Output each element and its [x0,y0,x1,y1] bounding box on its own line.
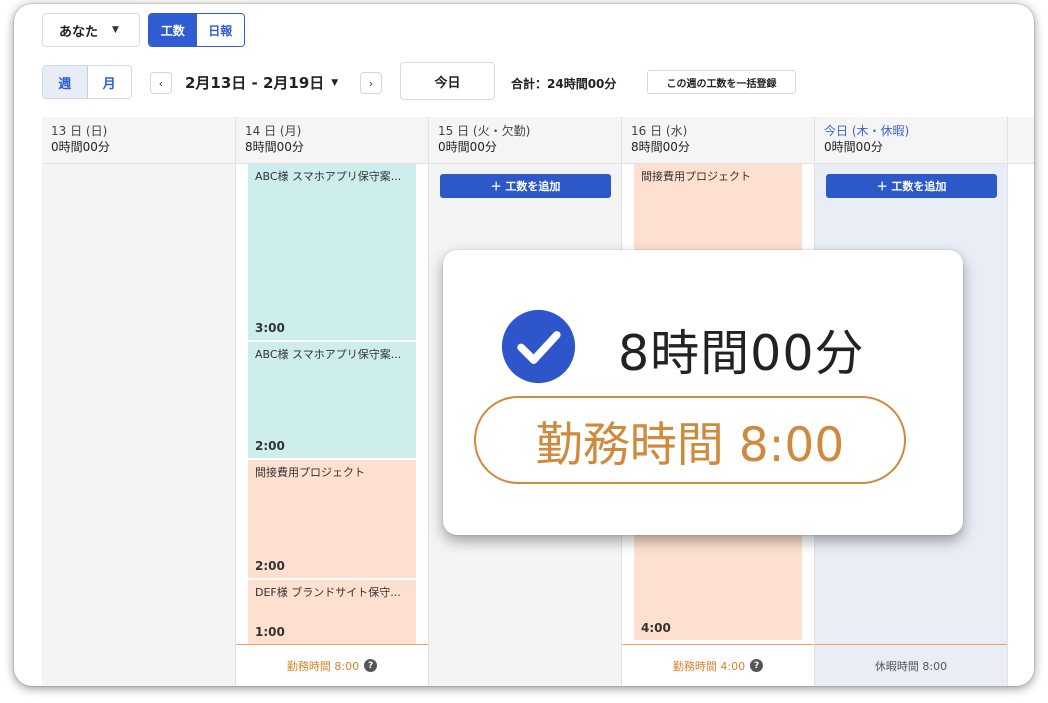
popup-work-time: 勤務時間 8:00 [474,396,906,484]
date-range-select[interactable]: 2月13日 - 2月19日 ▼ [185,72,338,93]
bulk-register-button[interactable]: この週の工数を一括登録 [647,70,796,94]
entry-hours: 2:00 [255,559,285,573]
add-entry-button[interactable]: ＋ 工数を追加 [826,174,997,198]
entry-hours: 4:00 [641,621,671,635]
prev-week-button[interactable]: ‹ [150,72,172,94]
work-time-label: 勤務時間 4:00 [672,659,746,673]
chevron-down-icon: ▼ [331,77,339,88]
day-date: 15 日 (火・欠勤) [438,124,531,138]
range-toggle: 週 月 [42,65,132,99]
work-time-label: 勤務時間 8:00 [286,659,360,673]
day-total: 0時間00分 [438,140,497,154]
chevron-down-icon: ▼ [112,25,119,35]
hours-summary-popup: 8時間00分 勤務時間 8:00 [443,250,963,535]
user-select[interactable]: あなた ▼ [42,13,140,47]
day-date: 14 日 (月) [245,124,302,138]
user-select-label: あなた [59,24,99,40]
day-column-partial [1008,117,1034,686]
day-header: 15 日 (火・欠勤) 0時間00分 [429,117,621,164]
time-entry[interactable]: ABC様 スマホアプリ保守案... 2:00 [248,342,416,458]
tab-nippo[interactable]: 日報 [196,14,244,46]
day-header: 16 日 (水) 8時間00分 [622,117,814,164]
app-window: あなた ▼ 工数 日報 週 月 ‹ 2月13日 - 2月19日 ▼ › 今日 合… [14,4,1034,686]
help-icon[interactable]: ? [364,659,378,672]
vacation-time-footer: 休暇時間 8:00 [815,644,1007,686]
entry-title: ABC様 スマホアプリ保守案... [255,348,402,361]
day-header [1008,117,1034,164]
time-entry[interactable]: 間接費用プロジェクト 2:00 [248,460,416,578]
day-date: 16 日 (水) [631,124,688,138]
entry-title: 間接費用プロジェクト [255,466,365,479]
day-total: 8時間00分 [631,140,690,154]
day-header: 14 日 (月) 8時間00分 [236,117,428,164]
mode-toggle: 工数 日報 [148,13,245,47]
add-entry-button[interactable]: ＋ 工数を追加 [440,174,611,198]
day-date: 今日 (木・休暇) [824,124,910,138]
week-total: 合計：24時間00分 [511,77,617,91]
time-entry[interactable]: ABC様 スマホアプリ保守案... 3:00 [248,164,416,340]
day-date: 13 日 (日) [51,124,108,138]
day-column: 13 日 (日) 0時間00分 [42,117,236,686]
day-header: 今日 (木・休暇) 0時間00分 [815,117,1007,164]
today-button[interactable]: 今日 [400,62,495,100]
day-total: 8時間00分 [245,140,304,154]
tab-kosu[interactable]: 工数 [149,14,197,46]
entry-title: 間接費用プロジェクト [641,170,751,183]
tab-week[interactable]: 週 [43,66,88,98]
help-icon[interactable]: ? [750,659,764,672]
day-total: 0時間00分 [51,140,110,154]
day-total: 0時間00分 [824,140,883,154]
time-entry[interactable]: DEF様 ブランドサイト保守... 1:00 [248,580,416,644]
check-circle-icon [501,309,576,384]
vacation-time-label: 休暇時間 8:00 [874,659,948,673]
entry-title: DEF様 ブランドサイト保守... [255,586,401,599]
date-range-label: 2月13日 - 2月19日 [185,74,325,92]
work-time-footer: 勤務時間 8:00 ? [236,644,428,686]
next-week-button[interactable]: › [360,72,382,94]
entry-hours: 2:00 [255,439,285,453]
entry-hours: 1:00 [255,625,285,639]
work-time-footer: 勤務時間 4:00 ? [622,644,814,686]
day-header: 13 日 (日) 0時間00分 [42,117,235,164]
entry-title: ABC様 スマホアプリ保守案... [255,170,402,183]
day-column: 14 日 (月) 8時間00分 ABC様 スマホアプリ保守案... 3:00 A… [236,117,429,686]
popup-hours-total: 8時間00分 [618,325,865,382]
tab-month[interactable]: 月 [87,66,131,98]
entry-hours: 3:00 [255,321,285,335]
